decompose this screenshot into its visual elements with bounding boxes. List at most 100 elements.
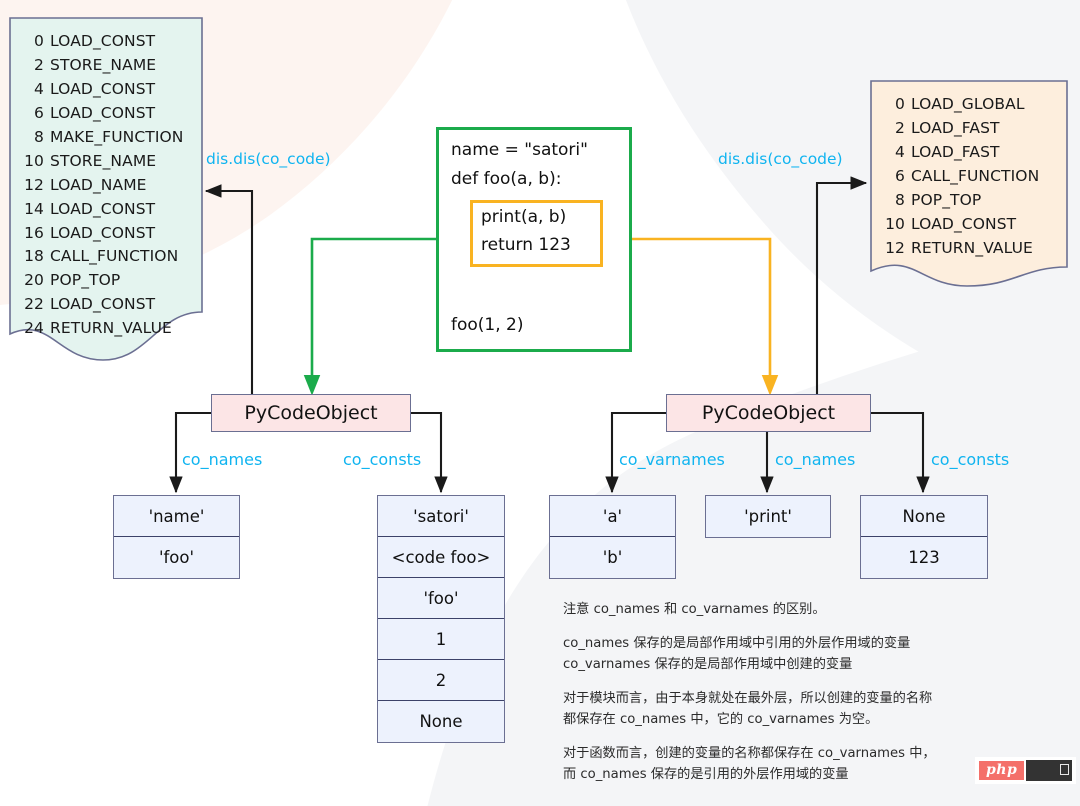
module-co-consts-item: 1 bbox=[378, 619, 504, 660]
module-instruction: 10 STORE_NAME bbox=[24, 150, 194, 174]
function-instruction: 4 LOAD_FAST bbox=[885, 141, 1059, 165]
note-paragraph-3: 对于模块而言，由于本身就处在最外层，所以创建的变量的名称 都保存在 co_nam… bbox=[563, 691, 933, 727]
module-instruction: 8 MAKE_FUNCTION bbox=[24, 126, 194, 150]
label-function-co-names: co_names bbox=[775, 450, 856, 469]
arrow-module-codeobject bbox=[303, 237, 436, 396]
module-instruction: 4 LOAD_CONST bbox=[24, 78, 194, 102]
module-offset: 0 bbox=[34, 32, 44, 50]
module-co-consts-item: None bbox=[419, 712, 463, 731]
function-offset: 2 bbox=[895, 118, 905, 137]
module-co-names-item: 'name' bbox=[114, 496, 239, 537]
function-offset: 4 bbox=[895, 142, 905, 161]
source-code-box: name = "satori" def foo(a, b): print(a, … bbox=[436, 127, 632, 352]
function-co-names-list: 'print' bbox=[705, 495, 831, 538]
function-co-consts-item: None bbox=[861, 496, 987, 537]
module-co-consts-list: 'satori' <code foo>'foo' 1 2 None bbox=[377, 495, 505, 743]
explanation-notes: 注意 co_names 和 co_varnames 的区别。 co_names … bbox=[563, 600, 993, 785]
module-opname: LOAD_CONST bbox=[50, 199, 156, 218]
module-opname: CALL_FUNCTION bbox=[50, 247, 179, 266]
php-watermark: php bbox=[975, 757, 1077, 784]
arrow-function-codeobject bbox=[632, 237, 779, 396]
module-co-consts-item: 'satori' bbox=[378, 496, 504, 537]
function-instruction: 10 LOAD_CONST bbox=[885, 213, 1059, 237]
function-offset: 8 bbox=[895, 190, 905, 209]
function-pycodeobject-node: PyCodeObject bbox=[666, 394, 871, 432]
source-line-return: return 123 bbox=[481, 235, 571, 255]
module-instruction: 18 CALL_FUNCTION bbox=[24, 245, 194, 269]
function-offset: 10 bbox=[885, 214, 905, 233]
function-opname: CALL_FUNCTION bbox=[911, 166, 1040, 185]
function-instruction: 0 LOAD_GLOBAL bbox=[885, 93, 1059, 117]
module-offset: 24 bbox=[24, 319, 44, 338]
function-co-consts-item: 123 bbox=[908, 548, 940, 567]
arrow-function-dis bbox=[815, 176, 868, 394]
function-offset: 6 bbox=[895, 166, 905, 185]
module-co-names-list: 'name' 'foo' bbox=[113, 495, 240, 579]
function-offset: 0 bbox=[895, 95, 905, 113]
function-opname: POP_TOP bbox=[911, 190, 982, 209]
module-offset: 10 bbox=[24, 151, 44, 170]
module-co-consts-item: 2 bbox=[378, 660, 504, 701]
module-offset: 8 bbox=[34, 127, 44, 146]
php-logo-badge: php bbox=[979, 761, 1025, 780]
module-co-consts-item: <code foo> bbox=[378, 537, 504, 578]
label-module-co-names: co_names bbox=[182, 450, 263, 469]
module-instruction: 24 RETURN_VALUE bbox=[24, 317, 194, 341]
function-co-varnames-item: 'b' bbox=[602, 548, 623, 567]
function-bytecode-panel: 0 LOAD_GLOBAL 2 LOAD_FAST 4 LOAD_FAST 6 CALL_FU… bbox=[869, 79, 1069, 294]
module-offset: 4 bbox=[34, 79, 44, 98]
label-dis-left: dis.dis(co_code) bbox=[206, 150, 331, 168]
function-co-varnames-item: 'a' bbox=[550, 496, 675, 537]
module-instruction: 2 STORE_NAME bbox=[24, 54, 194, 78]
arrow-function-co-consts bbox=[870, 411, 930, 494]
module-offset: 18 bbox=[24, 247, 44, 266]
function-co-consts-list: None 123 bbox=[860, 495, 988, 579]
module-opname: POP_TOP bbox=[50, 271, 121, 290]
module-opname: STORE_NAME bbox=[50, 151, 157, 170]
function-co-names-item: 'print' bbox=[744, 507, 792, 526]
module-opname: STORE_NAME bbox=[50, 55, 157, 74]
function-opname: LOAD_FAST bbox=[911, 118, 1000, 137]
module-offset: 14 bbox=[24, 199, 44, 218]
module-bytecode-panel: 0 LOAD_CONST 2 STORE_NAME 4 LOAD_CONST 6 LOAD_C… bbox=[8, 16, 204, 366]
module-instruction: 22 LOAD_CONST bbox=[24, 293, 194, 317]
module-opname: LOAD_CONST bbox=[50, 295, 156, 314]
module-instruction: 16 LOAD_CONST bbox=[24, 222, 194, 246]
label-module-co-consts: co_consts bbox=[343, 450, 422, 469]
function-instruction: 2 LOAD_FAST bbox=[885, 117, 1059, 141]
module-instruction: 20 POP_TOP bbox=[24, 269, 194, 293]
function-opname: LOAD_CONST bbox=[911, 214, 1017, 233]
label-function-co-consts: co_consts bbox=[931, 450, 1010, 469]
source-line-def: def foo(a, b): bbox=[451, 169, 562, 189]
module-offset: 2 bbox=[34, 55, 44, 74]
module-opname: LOAD_CONST bbox=[50, 223, 156, 242]
note-paragraph-1: 注意 co_names 和 co_varnames 的区别。 bbox=[563, 602, 826, 617]
module-offset: 6 bbox=[34, 103, 44, 122]
diagram-canvas: 0 LOAD_CONST 2 STORE_NAME 4 LOAD_CONST 6 LOAD_C… bbox=[0, 0, 1080, 806]
source-line-assignment: name = "satori" bbox=[451, 140, 588, 160]
label-function-co-varnames: co_varnames bbox=[619, 450, 725, 469]
module-co-consts-item: 'foo' bbox=[378, 578, 504, 619]
module-offset: 22 bbox=[24, 295, 44, 314]
module-offset: 16 bbox=[24, 223, 44, 242]
function-co-varnames-list: 'a' 'b' bbox=[549, 495, 676, 579]
module-opname: LOAD_CONST bbox=[50, 103, 156, 122]
function-instruction-list: 0 LOAD_GLOBAL 2 LOAD_FAST 4 LOAD_FAST 6 CALL_FU… bbox=[869, 79, 1069, 261]
function-opname: LOAD_GLOBAL bbox=[911, 95, 1025, 113]
module-opname: LOAD_NAME bbox=[50, 175, 147, 194]
function-opname: RETURN_VALUE bbox=[911, 238, 1033, 257]
arrow-module-dis bbox=[204, 184, 254, 394]
module-pycodeobject-node: PyCodeObject bbox=[211, 394, 411, 432]
module-instruction: 0 LOAD_CONST bbox=[24, 30, 194, 54]
module-opname: LOAD_CONST bbox=[50, 79, 156, 98]
note-paragraph-2: co_names 保存的是局部作用域中引用的外层作用域的变量 co_varnam… bbox=[563, 636, 911, 672]
module-instruction-list: 0 LOAD_CONST 2 STORE_NAME 4 LOAD_CONST 6 LOAD_C… bbox=[8, 16, 204, 341]
function-offset: 12 bbox=[885, 238, 905, 257]
source-line-print: print(a, b) bbox=[481, 207, 567, 227]
module-offset: 12 bbox=[24, 175, 44, 194]
note-paragraph-4: 对于函数而言，创建的变量的名称都保存在 co_varnames 中， 而 co_… bbox=[563, 746, 936, 782]
module-co-names-item: 'foo' bbox=[158, 548, 195, 567]
function-instruction: 6 CALL_FUNCTION bbox=[885, 165, 1059, 189]
function-instruction: 8 POP_TOP bbox=[885, 189, 1059, 213]
module-instruction: 12 LOAD_NAME bbox=[24, 174, 194, 198]
